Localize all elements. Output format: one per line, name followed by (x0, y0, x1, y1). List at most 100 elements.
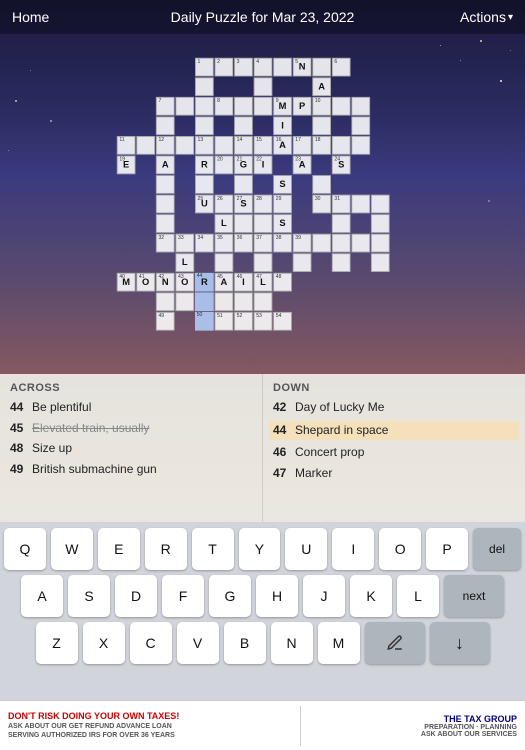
cell[interactable] (331, 312, 350, 331)
key-H[interactable]: H (256, 575, 298, 617)
cell[interactable]: 38 (273, 234, 292, 253)
clue-across-44[interactable]: 44 Be plentiful (10, 400, 252, 416)
cell[interactable] (136, 136, 155, 155)
key-A[interactable]: A (21, 575, 63, 617)
cell[interactable]: 43O (175, 273, 194, 292)
key-J[interactable]: J (303, 575, 345, 617)
key-U[interactable]: U (285, 528, 327, 570)
cell[interactable] (390, 273, 409, 292)
key-S[interactable]: S (68, 575, 110, 617)
key-V[interactable]: V (177, 622, 219, 664)
key-I[interactable]: I (332, 528, 374, 570)
cell[interactable] (370, 77, 389, 96)
cell[interactable] (273, 253, 292, 272)
cell[interactable]: 32 (155, 234, 174, 253)
clue-across-48[interactable]: 48 Size up (10, 441, 252, 457)
cell[interactable]: 48 (273, 273, 292, 292)
cell[interactable] (253, 77, 272, 96)
cell[interactable]: 49 (155, 312, 174, 331)
cell[interactable] (155, 116, 174, 135)
cell[interactable] (214, 136, 233, 155)
cell[interactable] (390, 97, 409, 116)
cell[interactable] (116, 175, 135, 194)
cell[interactable]: P (292, 97, 311, 116)
cell[interactable] (253, 292, 272, 311)
cell[interactable]: 27S (234, 195, 253, 214)
cell[interactable] (253, 332, 272, 351)
cell[interactable] (370, 312, 389, 331)
cell[interactable] (273, 58, 292, 77)
cell[interactable] (351, 116, 370, 135)
cell[interactable] (195, 332, 214, 351)
cell[interactable] (390, 312, 409, 331)
cell[interactable]: 11 (116, 136, 135, 155)
cell[interactable]: A (155, 156, 174, 175)
cell[interactable] (351, 332, 370, 351)
cell[interactable]: 17 (292, 136, 311, 155)
cell[interactable] (351, 234, 370, 253)
cell[interactable]: 19E (116, 156, 135, 175)
cell[interactable] (312, 273, 331, 292)
cell[interactable] (214, 292, 233, 311)
cell[interactable]: 18 (312, 136, 331, 155)
cell[interactable]: A (312, 77, 331, 96)
cell[interactable] (136, 195, 155, 214)
cell[interactable]: 34 (195, 234, 214, 253)
cell[interactable]: 12 (155, 136, 174, 155)
cell[interactable] (331, 292, 350, 311)
cell[interactable] (273, 156, 292, 175)
cell[interactable] (351, 156, 370, 175)
cell[interactable]: 47L (253, 273, 272, 292)
cell[interactable] (390, 175, 409, 194)
cell[interactable]: 1 (195, 58, 214, 77)
cell[interactable] (390, 253, 409, 272)
cell[interactable] (351, 312, 370, 331)
cell[interactable] (370, 253, 389, 272)
cell[interactable] (175, 214, 194, 233)
cell[interactable] (175, 77, 194, 96)
cell[interactable] (195, 116, 214, 135)
cell[interactable] (253, 214, 272, 233)
cell[interactable] (331, 273, 350, 292)
cell[interactable]: 2 (214, 58, 233, 77)
key-K[interactable]: K (350, 575, 392, 617)
cell[interactable]: 7 (155, 97, 174, 116)
cell[interactable] (273, 292, 292, 311)
cell[interactable] (116, 312, 135, 331)
cell[interactable] (175, 312, 194, 331)
cell[interactable] (155, 253, 174, 272)
cell[interactable] (331, 234, 350, 253)
cell[interactable] (136, 253, 155, 272)
cell[interactable] (136, 116, 155, 135)
cell[interactable] (136, 97, 155, 116)
cell[interactable] (292, 195, 311, 214)
clue-across-45[interactable]: 45 Elevated train, usually (10, 421, 252, 437)
cell[interactable] (234, 214, 253, 233)
cell[interactable]: 28 (253, 195, 272, 214)
cell[interactable] (312, 58, 331, 77)
cell[interactable] (331, 77, 350, 96)
cell[interactable]: 36 (234, 234, 253, 253)
cell[interactable]: 9M (273, 97, 292, 116)
cell[interactable]: 16A (273, 136, 292, 155)
cell[interactable] (253, 116, 272, 135)
cell[interactable] (370, 332, 389, 351)
cell[interactable] (234, 332, 253, 351)
cell[interactable] (292, 175, 311, 194)
cell[interactable]: 4 (253, 58, 272, 77)
cell[interactable] (116, 97, 135, 116)
cell[interactable]: 13 (195, 136, 214, 155)
cell[interactable] (351, 136, 370, 155)
cell[interactable]: 10 (312, 97, 331, 116)
pen-icon-key[interactable] (365, 622, 425, 664)
cell[interactable]: 25U (195, 195, 214, 214)
cell[interactable]: L (175, 253, 194, 272)
cell[interactable]: 24S (331, 156, 350, 175)
clue-across-49[interactable]: 49 British submachine gun (10, 462, 252, 478)
cell[interactable]: 8 (214, 97, 233, 116)
cell[interactable] (136, 58, 155, 77)
cell[interactable] (312, 234, 331, 253)
cell[interactable] (195, 253, 214, 272)
cell[interactable] (175, 156, 194, 175)
key-W[interactable]: W (51, 528, 93, 570)
